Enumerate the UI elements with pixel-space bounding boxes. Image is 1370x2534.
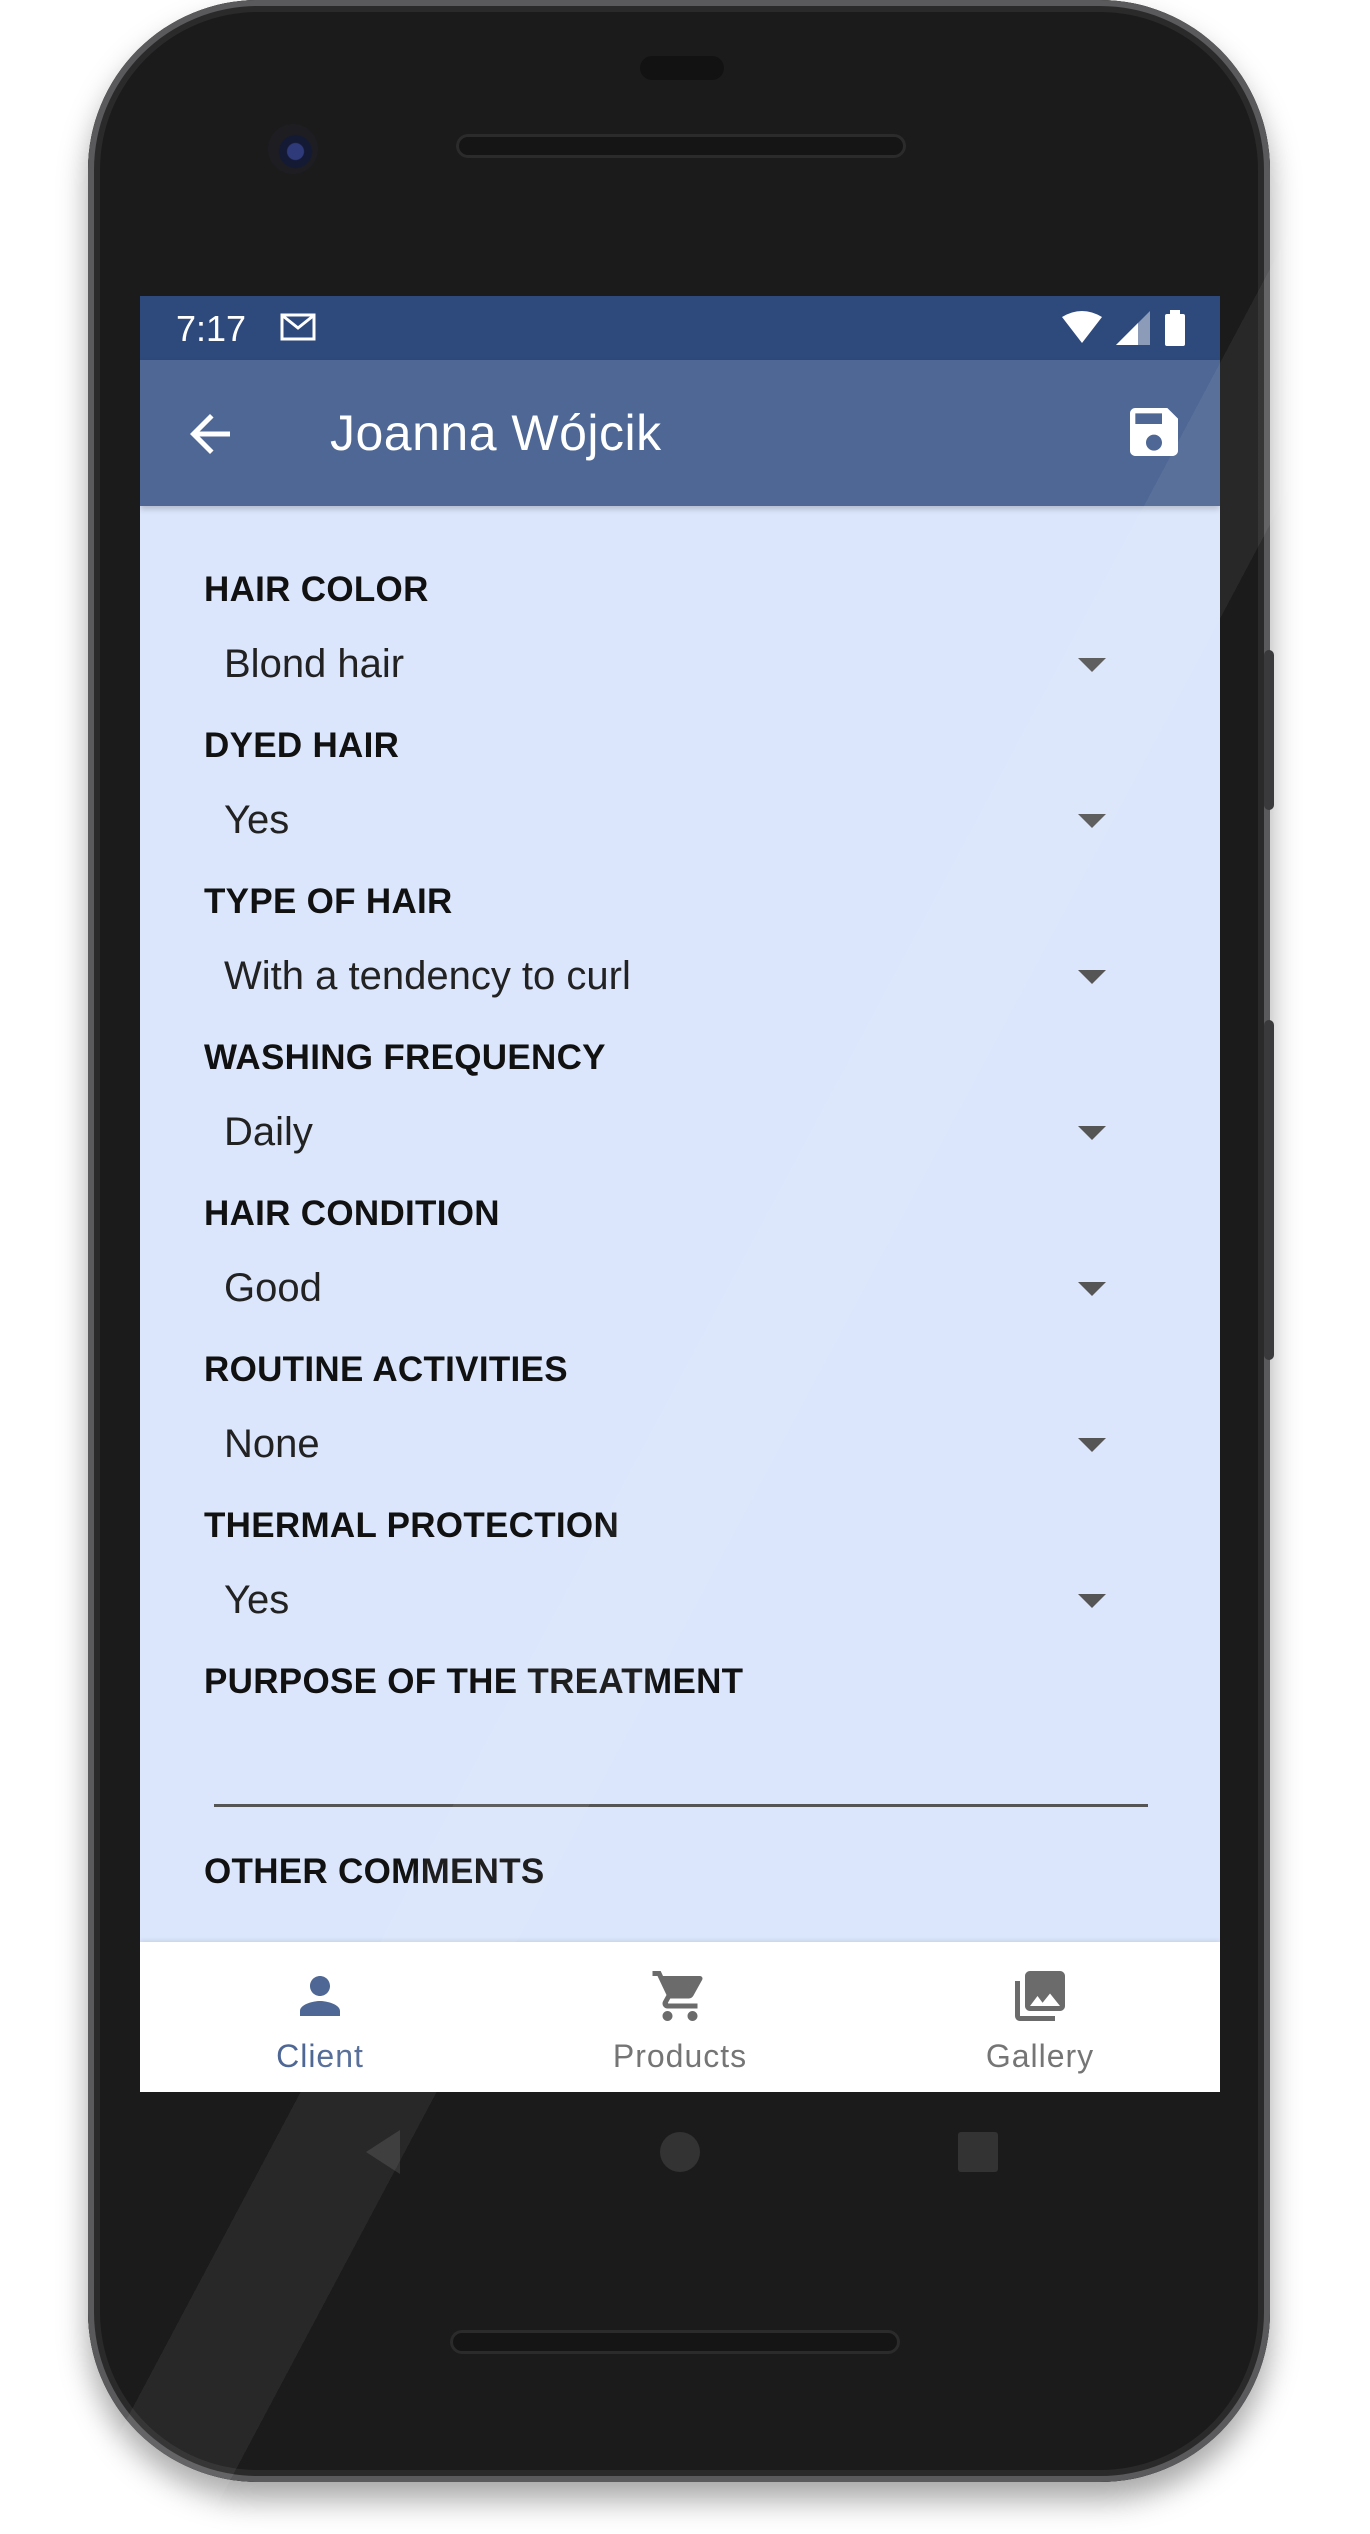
page-title: Joanna Wójcik	[330, 405, 662, 461]
wifi-icon	[1062, 311, 1102, 350]
dyed-hair-dropdown[interactable]: Yes	[204, 776, 1154, 866]
dropdown-arrow-icon	[1078, 970, 1106, 984]
back-triangle-icon[interactable]	[356, 2122, 416, 2182]
phone-volume-button	[1264, 1020, 1274, 1360]
purpose-input[interactable]	[214, 1716, 1148, 1806]
bottom-speaker	[450, 2330, 900, 2354]
routine-activities-label: ROUTINE ACTIVITIES	[204, 1350, 568, 1389]
dropdown-value: With a tendency to curl	[224, 954, 631, 998]
dropdown-arrow-icon	[1078, 1594, 1106, 1608]
gmail-icon	[280, 312, 316, 347]
other-comments-label: OTHER COMMENTS	[204, 1852, 545, 1891]
system-navigation-bar	[140, 2092, 1220, 2212]
washing-frequency-dropdown[interactable]: Daily	[204, 1088, 1154, 1178]
hair-color-label: HAIR COLOR	[204, 570, 429, 609]
dropdown-value: Yes	[224, 1578, 290, 1622]
cart-icon	[652, 1971, 703, 2021]
dropdown-value: Blond hair	[224, 642, 405, 686]
save-icon	[1130, 408, 1178, 456]
hair-condition-dropdown[interactable]: Good	[204, 1244, 1154, 1334]
arrow-back-icon	[190, 414, 230, 454]
front-camera	[268, 124, 318, 174]
routine-activities-dropdown[interactable]: None	[204, 1400, 1154, 1490]
person-icon	[300, 1976, 340, 2016]
status-bar: 7:17	[140, 296, 1220, 360]
app-bar: Joanna Wójcik	[140, 360, 1220, 506]
dropdown-value: None	[224, 1422, 320, 1466]
bottom-navigation: Client Products Gallery	[140, 1942, 1220, 2092]
back-button[interactable]	[180, 404, 240, 464]
earpiece-speaker	[456, 134, 906, 158]
proximity-sensor	[640, 56, 724, 80]
dropdown-arrow-icon	[1078, 1282, 1106, 1296]
hair-condition-label: HAIR CONDITION	[204, 1194, 500, 1233]
dropdown-value: Daily	[224, 1110, 313, 1154]
battery-icon	[1164, 310, 1186, 351]
type-of-hair-label: TYPE OF HAIR	[204, 882, 453, 921]
recents-square-icon[interactable]	[948, 2122, 1008, 2182]
dropdown-value: Yes	[224, 798, 290, 842]
home-circle-icon[interactable]	[650, 2122, 710, 2182]
nav-label-gallery: Gallery	[985, 2038, 1095, 2074]
app-screen: 7:17 Joanna Wójcik HAIR COLOR Blond hair…	[140, 296, 1220, 2092]
signal-icon	[1116, 311, 1150, 350]
dyed-hair-label: DYED HAIR	[204, 726, 400, 765]
dropdown-arrow-icon	[1078, 1126, 1106, 1140]
type-of-hair-dropdown[interactable]: With a tendency to curl	[204, 932, 1154, 1022]
purpose-input-underline	[214, 1804, 1148, 1807]
hair-color-dropdown[interactable]: Blond hair	[204, 620, 1154, 710]
thermal-protection-dropdown[interactable]: Yes	[204, 1556, 1154, 1646]
status-time: 7:17	[176, 308, 247, 349]
thermal-protection-label: THERMAL PROTECTION	[204, 1506, 620, 1545]
nav-item-gallery[interactable]: Gallery	[860, 1942, 1220, 2092]
dropdown-value: Good	[224, 1266, 322, 1310]
save-button[interactable]	[1122, 400, 1186, 464]
dropdown-arrow-icon	[1078, 1438, 1106, 1452]
phone-power-button	[1264, 650, 1274, 810]
nav-item-client[interactable]: Client	[140, 1942, 500, 2092]
nav-label-client: Client	[276, 2038, 364, 2074]
nav-item-products[interactable]: Products	[500, 1942, 860, 2092]
dropdown-arrow-icon	[1078, 814, 1106, 828]
dropdown-arrow-icon	[1078, 658, 1106, 672]
purpose-label: PURPOSE OF THE TREATMENT	[204, 1662, 744, 1701]
gallery-icon	[1015, 1971, 1065, 2021]
washing-frequency-label: WASHING FREQUENCY	[204, 1038, 606, 1077]
nav-label-products: Products	[612, 2038, 748, 2074]
